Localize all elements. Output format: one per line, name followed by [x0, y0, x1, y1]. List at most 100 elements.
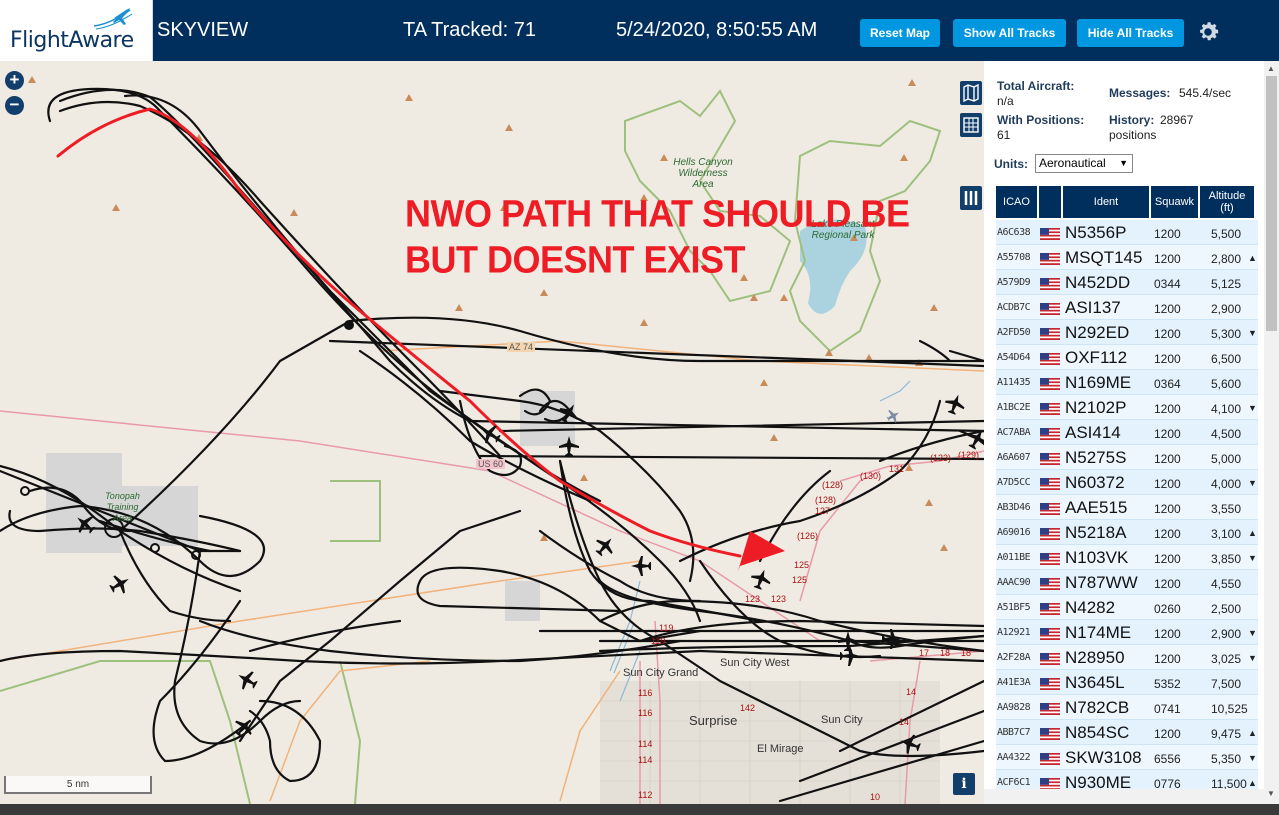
- column-header-squawk[interactable]: Squawk: [1151, 186, 1199, 218]
- altitude-cell: 5,350: [1211, 752, 1242, 766]
- units-select[interactable]: Aeronautical ▼: [1035, 154, 1133, 173]
- map-view[interactable]: Surprise Sun City El Mirage Sun City Gra…: [0, 61, 984, 804]
- us-flag-icon: [1040, 302, 1060, 315]
- app-title: SKYVIEW: [157, 19, 249, 41]
- table-row[interactable]: AAAC90 N787WW 1200 4,550: [996, 570, 1258, 595]
- table-row[interactable]: AC7ABA ASI414 1200 4,500: [996, 420, 1258, 445]
- squawk-cell: 0741: [1154, 702, 1181, 716]
- table-row[interactable]: A55708 MSQT145 1200 2,800 ▲: [996, 245, 1258, 270]
- icao-cell: A41E3A: [997, 677, 1031, 688]
- show-all-tracks-button[interactable]: Show All Tracks: [953, 19, 1066, 47]
- squawk-cell: 1200: [1154, 552, 1181, 566]
- vertical-scrollbar[interactable]: ▲ ▼: [1264, 61, 1279, 804]
- table-row[interactable]: AA4322 SKW3108 6556 5,350 ▼: [996, 745, 1258, 770]
- scroll-up-icon[interactable]: ▲: [1267, 64, 1275, 73]
- ident-cell: N5275S: [1065, 448, 1127, 467]
- ident-cell: N782CB: [1065, 698, 1130, 717]
- altitude-header-unit: (ft): [1220, 202, 1234, 214]
- table-row[interactable]: A2FD50 N292ED 1200 5,300 ▼: [996, 320, 1258, 345]
- place-label: Surprise: [689, 713, 738, 728]
- squawk-cell: 1200: [1154, 427, 1181, 441]
- toggle-columns-button[interactable]: [960, 186, 982, 210]
- zoom-in-button[interactable]: +: [5, 71, 24, 90]
- table-row[interactable]: A2F28A N28950 1200 3,025 ▼: [996, 645, 1258, 670]
- altitude-trend-icon: ▼: [1248, 653, 1257, 663]
- icao-cell: ABB7C7: [997, 727, 1031, 738]
- table-row[interactable]: ACDB7C ASI137 1200 2,900: [996, 295, 1258, 320]
- with-positions-value: 61: [997, 128, 1011, 142]
- squawk-cell: 1200: [1154, 627, 1181, 641]
- table-row[interactable]: ABB7C7 N854SC 1200 9,475 ▲: [996, 720, 1258, 745]
- column-header-flag[interactable]: [1039, 186, 1062, 218]
- table-row[interactable]: AA9828 N782CB 0741 10,525: [996, 695, 1258, 720]
- route-number: (126): [797, 531, 819, 541]
- altitude-header-label: Altitude: [1208, 190, 1246, 202]
- table-row[interactable]: AB3D46 AAE515 1200 3,550: [996, 495, 1258, 520]
- table-row[interactable]: A41E3A N3645L 5352 7,500: [996, 670, 1258, 695]
- flightaware-logo[interactable]: FlightAware: [0, 0, 153, 61]
- squawk-cell: 1200: [1154, 252, 1181, 266]
- with-positions-label: With Positions:: [997, 113, 1085, 127]
- altitude-trend-icon: ▲: [1248, 728, 1257, 738]
- altitude-trend-icon: ▼: [1248, 403, 1257, 413]
- horizontal-scrollbar[interactable]: [984, 789, 1264, 804]
- route-number: 116: [638, 688, 653, 698]
- map-layers-button[interactable]: [960, 81, 982, 105]
- altitude-cell: 2,900: [1211, 627, 1242, 641]
- table-row[interactable]: A54D64 OXF112 1200 6,500: [996, 345, 1258, 370]
- squawk-cell: 1200: [1154, 652, 1181, 666]
- us-flag-icon: [1040, 702, 1060, 715]
- column-header-icao[interactable]: ICAO: [996, 186, 1038, 218]
- map-grid-button[interactable]: [960, 113, 982, 137]
- us-flag-icon: [1040, 252, 1060, 265]
- ident-cell: N854SC: [1065, 723, 1130, 742]
- squawk-cell: 1200: [1154, 327, 1181, 341]
- annotation-line: NWO PATH THAT SHOULD BE: [405, 191, 910, 235]
- reset-map-button[interactable]: Reset Map: [860, 19, 940, 47]
- icao-cell: A011BE: [997, 552, 1031, 563]
- icao-cell: A6C638: [997, 227, 1031, 238]
- squawk-cell: 0364: [1154, 377, 1181, 391]
- place-label: Sun City: [821, 714, 863, 726]
- column-header-ident[interactable]: Ident: [1063, 186, 1150, 218]
- map-canvas[interactable]: [0, 61, 984, 804]
- aircraft-panel: Total Aircraft: n/a Messages: 545.4/sec …: [984, 61, 1279, 804]
- altitude-cell: 4,500: [1211, 427, 1242, 441]
- scrollbar-thumb[interactable]: [1266, 76, 1277, 331]
- chevron-down-icon: ▼: [1119, 158, 1128, 168]
- units-label: Units:: [994, 157, 1028, 171]
- scroll-down-icon[interactable]: ▼: [1267, 789, 1275, 798]
- ident-cell: N292ED: [1065, 323, 1130, 342]
- us-flag-icon: [1040, 602, 1060, 615]
- table-row[interactable]: A1BC2E N2102P 1200 4,100 ▼: [996, 395, 1258, 420]
- table-row[interactable]: A579D9 N452DD 0344 5,125: [996, 270, 1258, 295]
- gear-icon[interactable]: [1195, 19, 1221, 45]
- us-flag-icon: [1040, 377, 1060, 390]
- table-row[interactable]: A51BF5 N4282 0260 2,500: [996, 595, 1258, 620]
- table-row[interactable]: A6A607 N5275S 1200 5,000: [996, 445, 1258, 470]
- us-flag-icon: [1040, 727, 1060, 740]
- squawk-cell: 1200: [1154, 477, 1181, 491]
- ident-cell: N3645L: [1065, 673, 1125, 692]
- route-number: 142: [740, 703, 756, 713]
- ident-cell: N4282: [1065, 598, 1116, 617]
- table-row[interactable]: A011BE N103VK 1200 3,850 ▼: [996, 545, 1258, 570]
- table-row[interactable]: A7D5CC N60372 1200 4,000 ▼: [996, 470, 1258, 495]
- table-row[interactable]: A69016 N5218A 1200 3,100 ▲: [996, 520, 1258, 545]
- table-row[interactable]: A11435 N169ME 0364 5,600: [996, 370, 1258, 395]
- table-row[interactable]: A6C638 N5356P 1200 5,500: [996, 220, 1258, 245]
- info-button[interactable]: i: [953, 773, 975, 795]
- icao-cell: A54D64: [997, 352, 1031, 363]
- us-flag-icon: [1040, 227, 1060, 240]
- squawk-cell: 1200: [1154, 502, 1181, 516]
- column-header-altitude[interactable]: Altitude (ft): [1200, 186, 1255, 218]
- us-flag-icon: [1040, 627, 1060, 640]
- altitude-cell: 5,000: [1211, 452, 1242, 466]
- zoom-out-button[interactable]: −: [5, 96, 24, 115]
- hide-all-tracks-button[interactable]: Hide All Tracks: [1077, 19, 1184, 47]
- route-number: 18: [961, 648, 972, 658]
- route-number: (128): [822, 480, 844, 490]
- table-row[interactable]: A12921 N174ME 1200 2,900 ▼: [996, 620, 1258, 645]
- icao-cell: A11435: [997, 377, 1031, 388]
- annotation-line: BUT DOESNT EXIST: [405, 238, 746, 282]
